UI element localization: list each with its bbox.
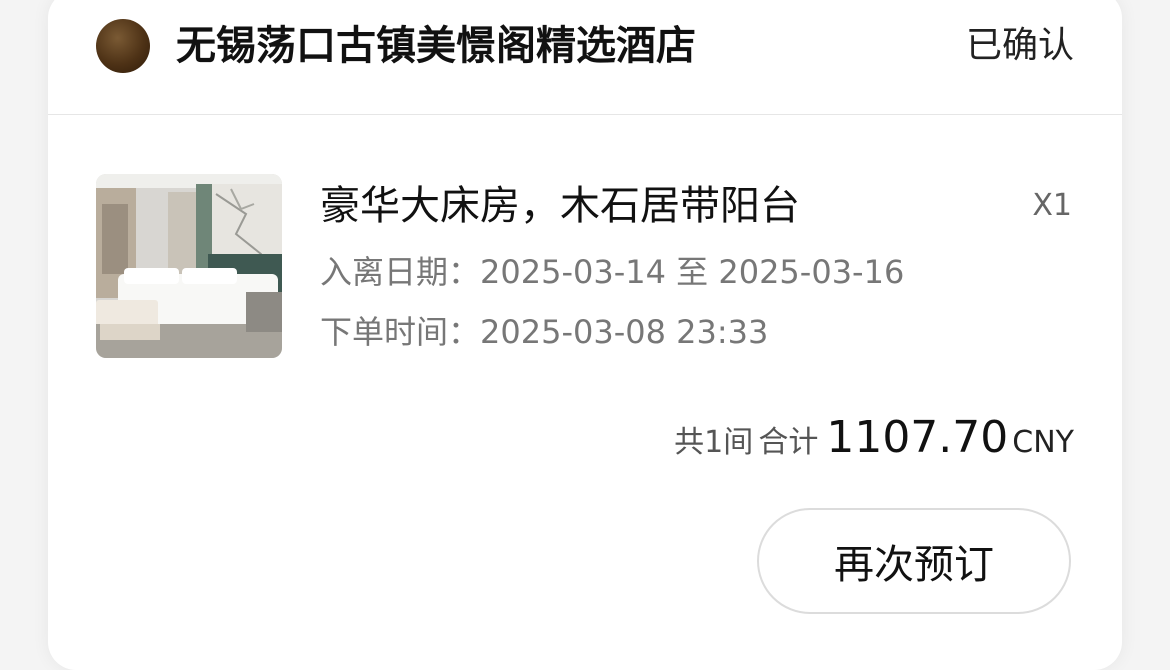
room-quantity: X1 xyxy=(1032,188,1072,223)
room-photo-graphic xyxy=(96,174,282,358)
currency: CNY xyxy=(1012,425,1074,460)
stay-dates-row: 入离日期：2025-03-14 至 2025-03-16 xyxy=(320,250,904,294)
order-card[interactable]: 无锡荡口古镇美憬阁精选酒店 已确认 豪华大床房，木石居带阳台 X1 入离日期：2… xyxy=(48,0,1122,670)
order-header: 无锡荡口古镇美憬阁精选酒店 已确认 xyxy=(48,0,1122,115)
hotel-name[interactable]: 无锡荡口古镇美憬阁精选酒店 xyxy=(176,18,696,74)
total-label: 合计 xyxy=(758,425,819,460)
date-separator: 至 xyxy=(676,253,709,291)
order-time-row: 下单时间：2025-03-08 23:33 xyxy=(320,310,768,354)
hotel-logo-icon xyxy=(96,19,150,73)
order-time-label: 下单时间： xyxy=(320,313,481,351)
total-price: 共1间 合计 1107.70 CNY xyxy=(674,414,1074,471)
check-in-date: 2025-03-14 xyxy=(480,253,666,291)
room-photo[interactable] xyxy=(96,174,282,358)
room-name[interactable]: 豪华大床房，木石居带阳台 xyxy=(320,178,800,234)
total-amount: 1107.70 xyxy=(826,412,1009,463)
stay-dates-label: 入离日期： xyxy=(320,253,481,291)
check-out-date: 2025-03-16 xyxy=(718,253,905,291)
order-status: 已确认 xyxy=(965,25,1074,66)
rebook-button[interactable]: 再次预订 xyxy=(757,508,1071,614)
order-time-value: 2025-03-08 23:33 xyxy=(480,313,769,351)
room-count: 共1间 xyxy=(674,425,754,460)
